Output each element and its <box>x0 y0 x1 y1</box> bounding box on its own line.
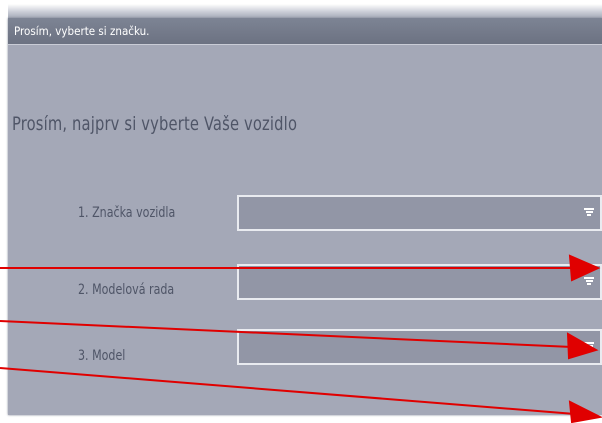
brand-label: 1. Značka vozidla <box>78 205 176 221</box>
window-title: Prosím, vyberte si značku. <box>14 24 150 38</box>
window-title-bar: Prosím, vyberte si značku. <box>8 18 602 45</box>
page-heading: Prosím, najprv si vyberte Vaše vozidlo <box>12 113 298 135</box>
dropdown-icon[interactable] <box>584 276 594 288</box>
top-shadow <box>8 0 602 20</box>
brand-select[interactable] <box>237 195 602 231</box>
dropdown-icon[interactable] <box>584 207 594 219</box>
model-select[interactable] <box>237 329 602 365</box>
dropdown-icon[interactable] <box>584 341 594 353</box>
brand-selection-window: Prosím, vyberte si značku. Prosím, najpr… <box>8 18 602 415</box>
model-series-select[interactable] <box>237 264 602 300</box>
model-series-label: 2. Modelová rada <box>78 282 175 298</box>
model-label: 3. Model <box>78 348 126 364</box>
